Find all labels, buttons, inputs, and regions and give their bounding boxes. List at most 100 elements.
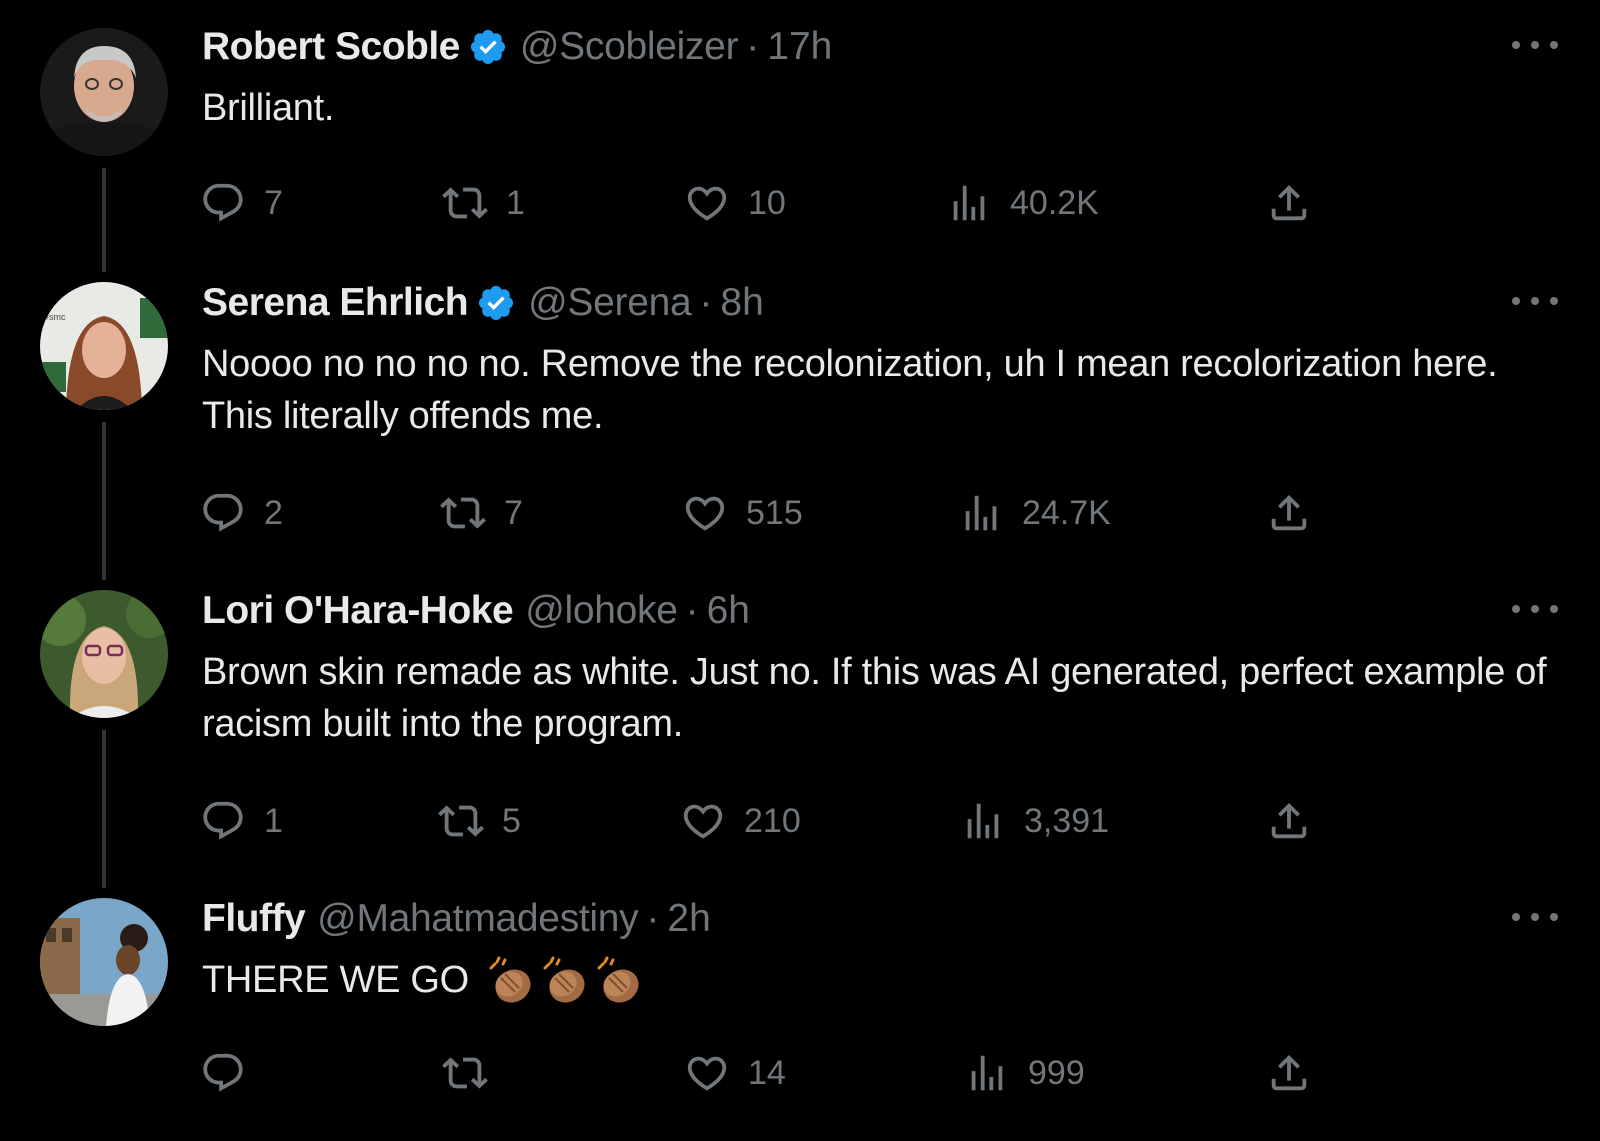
views-count: 999 xyxy=(1028,1053,1085,1092)
clapping-hands-emoji-group xyxy=(481,954,643,1006)
like-icon xyxy=(685,496,725,531)
views-icon xyxy=(967,803,999,839)
author-handle[interactable]: @lohoke xyxy=(525,589,678,633)
tweet[interactable]: Fluffy @Mahatmadestiny · 2h THERE WE GO xyxy=(0,872,1600,1141)
tweet-actions: 7 1 10 40.2K xyxy=(0,178,1600,228)
retweet-count: 5 xyxy=(502,801,521,840)
timestamp[interactable]: 6h xyxy=(707,589,750,633)
author-name[interactable]: Fluffy xyxy=(202,897,306,941)
author-handle[interactable]: @Serena xyxy=(528,281,692,325)
like-count: 10 xyxy=(748,183,786,222)
reply-icon xyxy=(203,1053,243,1092)
clapping-hands-emoji-icon xyxy=(597,956,639,1003)
reply-count: 7 xyxy=(264,183,283,222)
tweet-header: Lori O'Hara-Hoke @lohoke · 6h xyxy=(202,586,750,636)
tweet-actions: 1 5 210 3,391 xyxy=(0,796,1600,846)
separator: · xyxy=(746,25,760,68)
retweet-icon xyxy=(442,187,488,219)
reply-thread: Robert Scoble @Scobleizer · 17h Brillian… xyxy=(0,0,1600,1141)
share-button[interactable] xyxy=(1266,488,1312,538)
share-icon xyxy=(1271,802,1307,839)
avatar[interactable] xyxy=(40,898,168,1026)
share-button[interactable] xyxy=(1266,178,1312,228)
retweet-icon xyxy=(438,805,484,837)
tweet-actions: 14 999 xyxy=(0,1048,1600,1098)
like-button[interactable]: 515 xyxy=(682,488,803,538)
tweet-text: Brilliant. xyxy=(202,87,335,129)
tweet-header: Fluffy @Mahatmadestiny · 2h xyxy=(202,894,711,944)
views-count: 40.2K xyxy=(1010,183,1099,222)
share-icon xyxy=(1271,494,1307,531)
views-icon xyxy=(971,1055,1003,1091)
share-icon xyxy=(1271,1054,1307,1091)
retweet-icon xyxy=(440,497,486,529)
like-count: 515 xyxy=(746,493,803,532)
reply-button[interactable] xyxy=(200,1048,264,1098)
more-icon[interactable] xyxy=(1512,30,1558,60)
tweet-header: Robert Scoble @Scobleizer · 17h xyxy=(202,22,832,72)
avatar[interactable]: #smc xyxy=(40,282,168,410)
like-icon xyxy=(687,1056,727,1091)
author-handle[interactable]: @Scobleizer xyxy=(520,25,739,69)
views-count: 24.7K xyxy=(1022,493,1111,532)
reply-icon xyxy=(203,801,243,840)
reply-button[interactable]: 2 xyxy=(200,488,283,538)
views-count: 3,391 xyxy=(1024,801,1110,840)
retweet-button[interactable]: 7 xyxy=(440,488,523,538)
timestamp[interactable]: 8h xyxy=(720,281,763,325)
like-button[interactable]: 14 xyxy=(684,1048,786,1098)
author-name[interactable]: Serena Ehrlich xyxy=(202,281,469,325)
views-button[interactable]: 24.7K xyxy=(958,488,1111,538)
tweet-text: THERE WE GO xyxy=(202,959,469,1001)
views-button[interactable]: 999 xyxy=(964,1048,1085,1098)
tweet-actions: 2 7 515 24.7K xyxy=(0,488,1600,538)
retweet-button[interactable] xyxy=(442,1048,506,1098)
retweet-button[interactable]: 1 xyxy=(442,178,525,228)
reply-button[interactable]: 1 xyxy=(200,796,283,846)
clapping-hands-emoji-icon xyxy=(543,956,585,1003)
like-count: 210 xyxy=(744,801,801,840)
share-icon xyxy=(1271,184,1307,221)
views-button[interactable]: 3,391 xyxy=(960,796,1109,846)
more-icon[interactable] xyxy=(1512,594,1558,624)
views-icon xyxy=(965,495,997,531)
views-button[interactable]: 40.2K xyxy=(946,178,1099,228)
author-name[interactable]: Robert Scoble xyxy=(202,25,460,69)
tweet-text: Brown skin remade as white. Just no. If … xyxy=(202,651,1547,745)
reply-icon xyxy=(203,493,243,532)
reply-icon xyxy=(203,183,243,222)
like-button[interactable]: 210 xyxy=(680,796,801,846)
reply-button[interactable]: 7 xyxy=(200,178,283,228)
like-count: 14 xyxy=(748,1053,786,1092)
retweet-button[interactable]: 5 xyxy=(438,796,521,846)
author-name[interactable]: Lori O'Hara-Hoke xyxy=(202,589,514,633)
timestamp[interactable]: 2h xyxy=(667,897,710,941)
verified-badge-icon xyxy=(479,285,514,321)
share-button[interactable] xyxy=(1266,796,1312,846)
reply-count: 1 xyxy=(264,801,283,840)
svg-text:#smc: #smc xyxy=(44,312,66,322)
separator: · xyxy=(685,589,699,632)
more-icon[interactable] xyxy=(1512,286,1558,316)
tweet[interactable]: Robert Scoble @Scobleizer · 17h Brillian… xyxy=(0,0,1600,270)
timestamp[interactable]: 17h xyxy=(767,25,832,69)
tweet-body: THERE WE GO xyxy=(202,954,1562,1006)
avatar[interactable] xyxy=(40,28,168,156)
retweet-count: 7 xyxy=(504,493,523,532)
author-handle[interactable]: @Mahatmadestiny xyxy=(317,897,639,941)
views-icon xyxy=(953,185,985,221)
avatar[interactable] xyxy=(40,590,168,718)
separator: · xyxy=(699,281,713,324)
tweet-header: Serena Ehrlich @Serena · 8h xyxy=(202,278,764,328)
clapping-hands-emoji-icon xyxy=(489,956,531,1003)
retweet-count: 1 xyxy=(506,183,525,222)
verified-badge-icon xyxy=(470,29,505,65)
more-icon[interactable] xyxy=(1512,902,1558,932)
like-icon xyxy=(683,804,723,839)
tweet[interactable]: #smc Serena Ehrlich @Serena · 8h Noooo n… xyxy=(0,256,1600,566)
share-button[interactable] xyxy=(1266,1048,1312,1098)
like-button[interactable]: 10 xyxy=(684,178,786,228)
like-icon xyxy=(687,186,727,221)
tweet[interactable]: Lori O'Hara-Hoke @lohoke · 6h Brown skin… xyxy=(0,564,1600,874)
retweet-icon xyxy=(442,1057,488,1089)
